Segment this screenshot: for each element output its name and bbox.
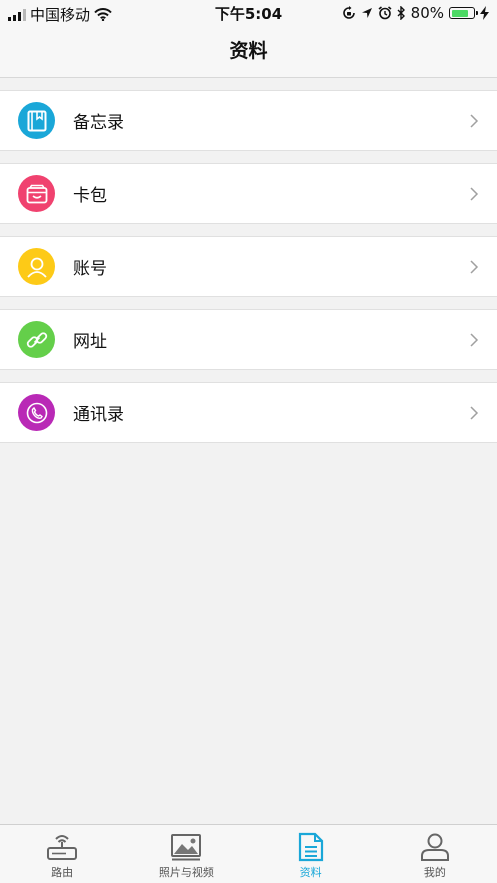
phone-icon	[26, 402, 47, 423]
account-icon-badge	[18, 248, 55, 285]
list-item-account[interactable]: 账号	[0, 236, 497, 297]
battery-icon	[449, 7, 478, 19]
list-item-memo[interactable]: 备忘录	[0, 90, 497, 151]
list-item-label: 卡包	[73, 186, 107, 206]
tab-router[interactable]: 路由	[0, 825, 124, 883]
location-icon	[361, 8, 372, 18]
profile-icon	[420, 833, 449, 861]
list-item-contacts[interactable]: 通讯录	[0, 382, 497, 443]
list-item-label: 账号	[73, 259, 107, 279]
rotation-lock-icon	[342, 6, 355, 19]
status-right: 80%	[342, 4, 489, 22]
tab-photos-videos[interactable]: 照片与视频	[124, 825, 248, 883]
chevron-right-icon	[470, 405, 479, 420]
list-item-label: 备忘录	[73, 113, 124, 133]
page-title: 资料	[229, 40, 268, 62]
wallet-icon	[26, 184, 47, 203]
alarm-icon	[378, 6, 392, 20]
data-list: 备忘录 卡包 账号 网址 通讯录	[0, 78, 497, 443]
document-icon	[298, 832, 323, 862]
tab-label: 资料	[299, 866, 322, 879]
list-item-label: 网址	[73, 332, 107, 352]
website-icon-badge	[18, 321, 55, 358]
bluetooth-icon	[397, 6, 405, 20]
tab-label: 照片与视频	[158, 866, 214, 879]
battery-fill	[451, 9, 468, 17]
wallet-icon-badge	[18, 175, 55, 212]
tab-label: 我的	[423, 866, 446, 879]
status-bar: 中国移动 下午5:04 80%	[0, 0, 497, 26]
nav-bar: 资料	[0, 26, 497, 78]
link-icon	[26, 331, 47, 348]
photo-icon	[171, 834, 202, 861]
list-item-wallet[interactable]: 卡包	[0, 163, 497, 224]
charging-bolt-icon	[480, 6, 489, 20]
tab-label: 路由	[51, 866, 74, 879]
tab-bar: 路由 照片与视频 资料 我的	[0, 824, 497, 883]
list-item-label: 通讯录	[73, 405, 124, 425]
person-icon	[26, 257, 47, 278]
battery-percent: 80%	[410, 4, 444, 22]
chevron-right-icon	[470, 113, 479, 128]
chevron-right-icon	[470, 332, 479, 347]
chevron-right-icon	[470, 186, 479, 201]
tab-data[interactable]: 资料	[249, 825, 373, 883]
contacts-icon-badge	[18, 394, 55, 431]
tab-mine[interactable]: 我的	[373, 825, 497, 883]
chevron-right-icon	[470, 259, 479, 274]
book-icon	[27, 110, 46, 131]
list-item-website[interactable]: 网址	[0, 309, 497, 370]
router-icon	[47, 835, 78, 860]
memo-icon-badge	[18, 102, 55, 139]
